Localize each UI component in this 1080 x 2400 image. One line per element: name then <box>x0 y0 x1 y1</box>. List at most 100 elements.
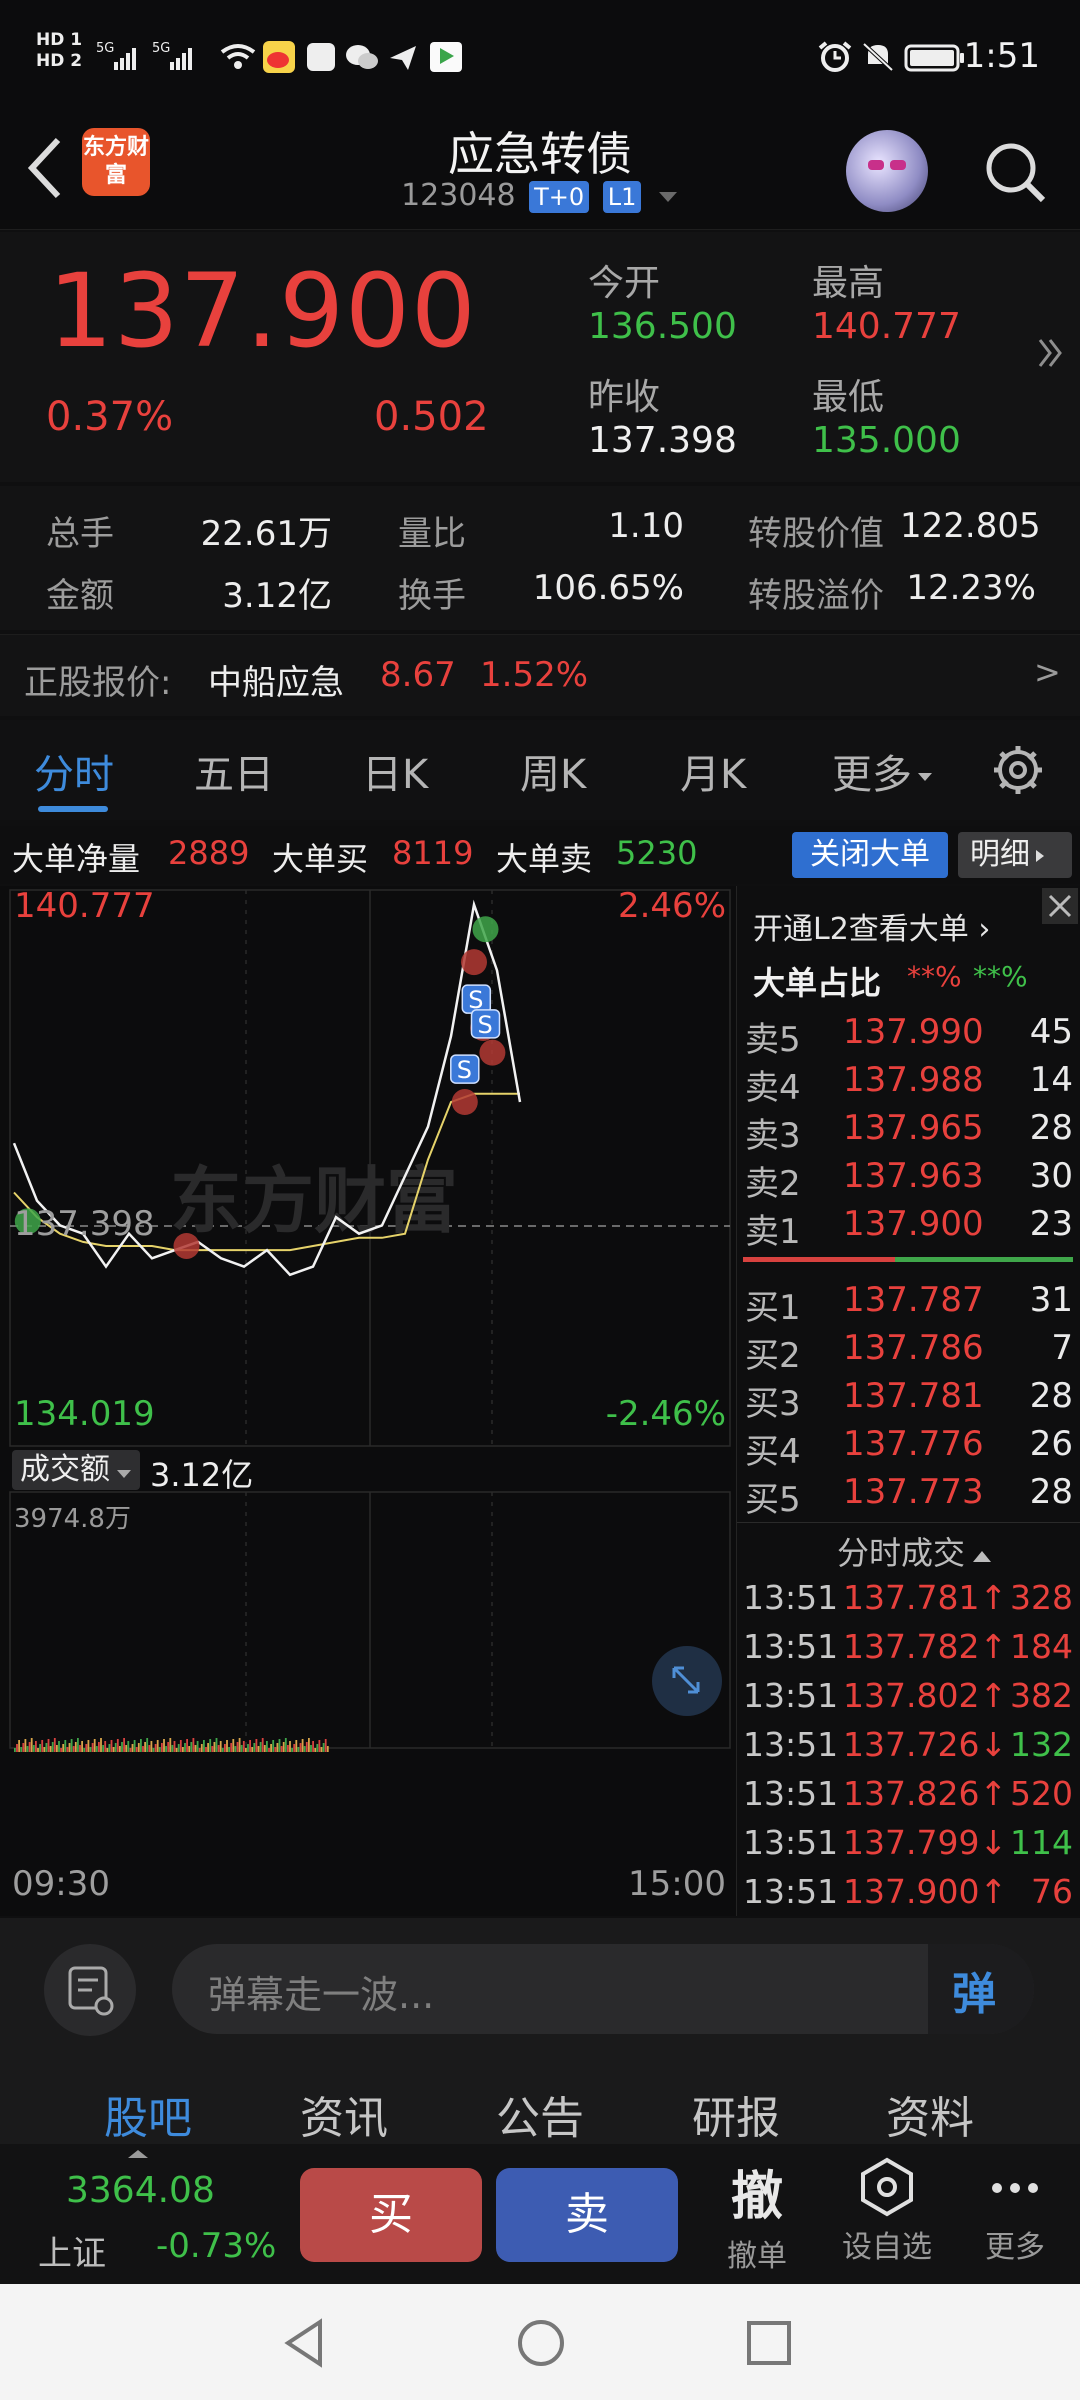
volume-bar <box>37 1748 39 1752</box>
volume-bar <box>167 1742 170 1752</box>
change-amount: 0.502 <box>374 394 489 440</box>
expand-quote-button[interactable] <box>1036 328 1066 390</box>
volume-bar <box>297 1747 300 1752</box>
tab-more[interactable]: 更多 <box>832 742 934 800</box>
nav-home-button[interactable] <box>514 2316 568 2374</box>
volume-bar <box>87 1740 90 1752</box>
tab-monthly-k[interactable]: 月K <box>680 742 746 800</box>
volume-bar <box>280 1746 283 1752</box>
danmu-input[interactable]: 弹幕走一波... 弹 <box>172 1944 1034 2034</box>
sell-button[interactable]: 卖 <box>496 2168 678 2262</box>
more-button[interactable]: 更多 <box>968 2154 1062 2266</box>
trade-dot <box>461 949 487 976</box>
volume-bar <box>175 1748 178 1752</box>
tab-profile[interactable]: 资料 <box>886 2082 974 2146</box>
tab-announcements[interactable]: 公告 <box>496 2082 584 2146</box>
danmu-toggle[interactable]: 弹 <box>928 1944 1034 2034</box>
big-ratio-green: **% <box>973 960 1028 993</box>
amount-value: 3.12亿 <box>222 576 332 616</box>
tab-five-day[interactable]: 五日 <box>194 742 274 800</box>
volume-bar <box>156 1740 159 1752</box>
svg-text:5G: 5G <box>152 41 170 56</box>
volume-bar <box>226 1740 228 1752</box>
volume-bar <box>184 1743 186 1752</box>
volume-bar <box>186 1739 188 1752</box>
prevclose-label: 昨收 <box>588 377 661 418</box>
chevron-left-icon <box>27 137 61 199</box>
volume-bar <box>146 1738 149 1752</box>
trades-title-text: 分时成交 <box>837 1534 966 1572</box>
more-label: 更多 <box>985 2230 1045 2265</box>
volume-bar <box>119 1746 121 1752</box>
volume-bar <box>272 1740 275 1752</box>
back-button[interactable] <box>20 128 80 208</box>
bid-row: 买1 137.787 31 <box>745 1280 1073 1328</box>
tab-daily-k[interactable]: 日K <box>362 742 428 800</box>
caret-down-icon <box>117 1470 131 1478</box>
trade-dot <box>451 1089 478 1116</box>
add-watchlist-button[interactable]: 设自选 <box>832 2154 942 2266</box>
double-chevron-right-icon <box>1038 339 1062 367</box>
volume-bar <box>133 1740 136 1752</box>
ratio-value: 1.10 <box>608 506 684 546</box>
l2-link[interactable]: 开通L2查看大单 › <box>753 904 990 948</box>
tab-weekly-k[interactable]: 周K <box>520 742 586 800</box>
ask-bid-bar-green <box>895 1257 1073 1262</box>
index-value[interactable]: 3364.08 <box>66 2170 215 2211</box>
tab-intraday[interactable]: 分时 <box>34 742 114 800</box>
logo: 东方财富 <box>82 128 150 196</box>
security-code: 123048 <box>401 178 516 213</box>
buy-value: 8119 <box>392 834 474 872</box>
volume-bar <box>316 1744 319 1752</box>
volume-bar <box>261 1738 264 1752</box>
volume-bar <box>177 1744 180 1752</box>
volume-bar <box>91 1743 94 1752</box>
fullscreen-button[interactable] <box>652 1646 722 1716</box>
volume-bar <box>221 1748 224 1752</box>
volume-bar <box>56 1745 58 1752</box>
volume-bar <box>127 1741 130 1752</box>
send-icon <box>386 40 420 72</box>
ask-row: 卖5 137.990 45 <box>745 1012 1073 1060</box>
triangle-back-icon <box>284 2318 322 2368</box>
intraday-chart[interactable]: 东方财富 SSS 140.777 2.46% 137.398 134.019 -… <box>0 886 736 1916</box>
volume-bar <box>219 1741 222 1752</box>
compose-button[interactable] <box>44 1944 136 2036</box>
tab-forum[interactable]: 股吧 <box>104 2082 192 2146</box>
trades-title[interactable]: 分时成交 <box>837 1528 993 1574</box>
convval-label: 转股价值 <box>748 514 884 554</box>
chart-tabs: 分时 五日 日K 周K 月K 更多 <box>0 720 1080 820</box>
volume-bar <box>152 1748 155 1752</box>
ask-bid-bar-red <box>743 1257 895 1262</box>
assistant-robot-icon[interactable] <box>846 130 928 212</box>
detail-button[interactable]: 明细 <box>958 832 1072 878</box>
square-recents-icon <box>747 2321 791 2365</box>
volume-bar <box>89 1747 92 1752</box>
nav-back-button[interactable] <box>280 2316 330 2374</box>
detail-label: 明细 <box>970 837 1030 872</box>
nav-recents-button[interactable] <box>744 2318 794 2372</box>
close-panel-button[interactable] <box>1042 888 1078 924</box>
tab-news[interactable]: 资讯 <box>300 2082 388 2146</box>
caret-down-icon <box>918 773 932 781</box>
underlying-stock-row[interactable]: 正股报价: 中船应急 8.67 1.52% > <box>0 634 1080 716</box>
close-big-order-button[interactable]: 关闭大单 <box>792 832 948 878</box>
settings-button[interactable] <box>990 742 1046 802</box>
volume-bar <box>79 1745 81 1752</box>
volume-bar <box>121 1742 123 1752</box>
ask-row: 卖2 137.963 30 <box>745 1156 1073 1204</box>
volume-select[interactable]: 成交额 <box>12 1450 140 1490</box>
wifi-icon <box>218 40 258 72</box>
volume-bar <box>194 1745 197 1752</box>
volume-bar <box>161 1743 163 1752</box>
close-icon <box>1048 894 1072 918</box>
stats-panel: 总手 22.61万 量比 1.10 转股价值 122.805 金额 3.12亿 … <box>0 486 1080 630</box>
cancel-order-button[interactable]: 撤 撤单 <box>712 2154 802 2275</box>
search-button[interactable] <box>975 132 1055 212</box>
volume-bar <box>142 1746 144 1752</box>
code-row[interactable]: 123048 T+0 L1 <box>300 178 780 213</box>
page-title: 应急转债 <box>448 127 632 181</box>
tab-research[interactable]: 研报 <box>692 2082 780 2146</box>
header: 东方财富 应急转债 123048 T+0 L1 <box>0 110 1080 230</box>
buy-button[interactable]: 买 <box>300 2168 482 2262</box>
